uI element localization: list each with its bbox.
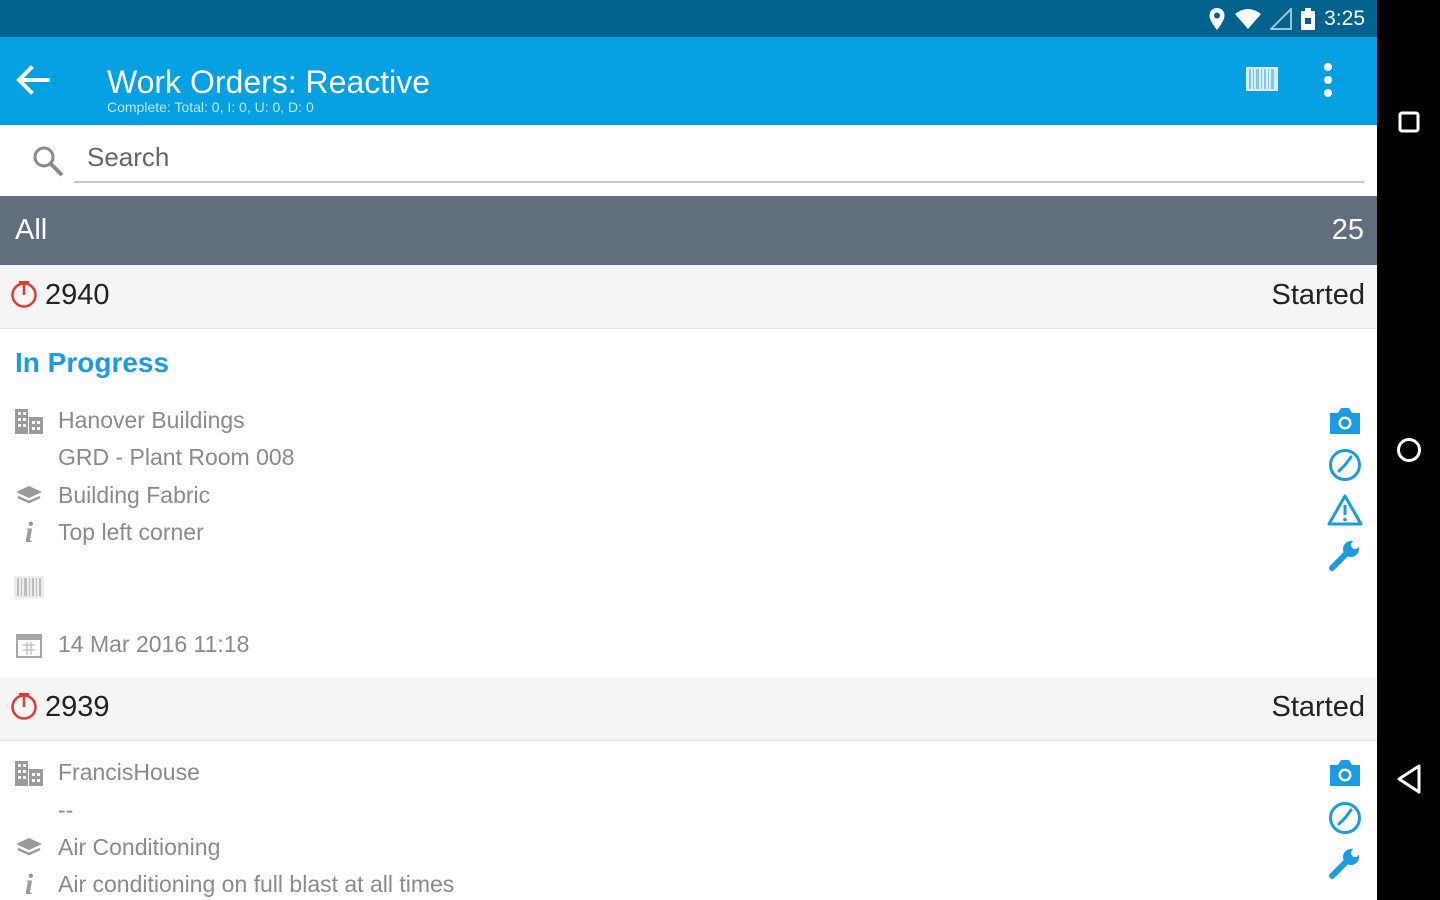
group-name: All <box>15 214 48 246</box>
search-icon <box>33 146 64 177</box>
building-icon <box>14 758 44 788</box>
work-order-status: Started <box>1271 279 1366 311</box>
search-bar <box>0 125 1377 196</box>
info-text: Top left corner <box>58 519 204 545</box>
camera-button[interactable] <box>1324 401 1366 441</box>
location-name: GRD - Plant Room 008 <box>58 444 295 470</box>
info-row: i Top left corner <box>0 516 1000 550</box>
battery-lock-icon <box>1301 7 1316 30</box>
signal-icon <box>1270 7 1293 30</box>
wifi-icon <box>1235 8 1262 29</box>
status-bar: 3:25 <box>0 0 1377 37</box>
location-row: GRD - Plant Room 008 <box>0 441 1000 475</box>
camera-icon <box>1330 760 1360 786</box>
location-name: -- <box>58 797 74 823</box>
info-text: Air conditioning on full blast at all ti… <box>58 871 455 897</box>
app-bar: Work Orders: Reactive Complete: Total: 0… <box>0 37 1377 125</box>
clock-icon <box>1329 449 1361 481</box>
hazard-button[interactable] <box>1324 490 1366 530</box>
work-order-number: 2939 <box>45 691 110 723</box>
date-row: 14 Mar 2016 11:18 <box>0 628 1000 662</box>
time-log-button[interactable] <box>1324 798 1366 838</box>
more-vertical-icon <box>1324 63 1332 97</box>
recents-button[interactable] <box>1377 92 1440 152</box>
back-triangle-icon <box>1397 764 1420 794</box>
barcode-icon <box>14 572 44 602</box>
category-row: Air Conditioning <box>0 831 1000 865</box>
group-count: 25 <box>1331 214 1364 246</box>
location-row: -- <box>0 794 1000 828</box>
recents-icon <box>1398 111 1419 133</box>
arrow-left-icon <box>16 65 50 95</box>
status-time: 3:25 <box>1324 6 1365 30</box>
building-name: FrancisHouse <box>58 759 200 785</box>
barcode-row <box>0 570 1000 604</box>
tools-button[interactable] <box>1324 535 1366 575</box>
date-text: 14 Mar 2016 11:18 <box>58 631 250 657</box>
overflow-menu-button[interactable] <box>1308 57 1348 103</box>
info-row: i Air conditioning on full blast at all … <box>0 868 1000 900</box>
building-row: FrancisHouse <box>0 756 1000 790</box>
work-order-number: 2940 <box>45 279 110 311</box>
page-subtitle: Complete: Total: 0, I: 0, U: 0, D: 0 <box>107 99 314 115</box>
work-order-header[interactable]: 2940 Started <box>0 265 1377 329</box>
info-icon: i <box>24 868 34 900</box>
back-button[interactable] <box>10 57 56 103</box>
category-name: Building Fabric <box>58 482 211 508</box>
camera-button[interactable] <box>1324 753 1366 793</box>
progress-label: In Progress <box>15 347 170 378</box>
system-nav-bar <box>1377 0 1440 900</box>
category-name: Air Conditioning <box>58 834 221 860</box>
calendar-icon <box>14 630 44 660</box>
app-screen: 3:25 Work Orders: Reactive Complete: Tot… <box>0 0 1377 900</box>
barcode-icon <box>1246 67 1278 91</box>
home-button[interactable] <box>1377 420 1440 480</box>
timer-icon <box>11 281 37 308</box>
time-log-button[interactable] <box>1324 445 1366 485</box>
wrench-icon <box>1329 541 1359 571</box>
info-icon: i <box>24 516 34 549</box>
barcode-scan-button[interactable] <box>1240 61 1284 97</box>
home-icon <box>1396 438 1421 462</box>
wrench-icon <box>1329 849 1359 879</box>
back-nav-button[interactable] <box>1377 749 1440 809</box>
layers-icon <box>14 833 44 863</box>
tools-button[interactable] <box>1324 843 1366 883</box>
search-input[interactable] <box>74 133 1364 183</box>
category-row: Building Fabric <box>0 479 1000 513</box>
location-icon <box>1209 7 1225 30</box>
building-name: Hanover Buildings <box>58 407 245 433</box>
building-icon <box>14 406 44 436</box>
clock-icon <box>1329 802 1361 834</box>
group-header[interactable]: All 25 <box>0 196 1377 265</box>
warning-icon <box>1327 494 1363 526</box>
layers-icon <box>14 481 44 511</box>
work-order-header[interactable]: 2939 Started <box>0 677 1377 741</box>
page-title: Work Orders: Reactive <box>107 64 431 100</box>
camera-icon <box>1330 408 1360 434</box>
building-row: Hanover Buildings <box>0 404 1000 438</box>
work-order-status: Started <box>1271 691 1366 723</box>
timer-icon <box>11 693 37 720</box>
